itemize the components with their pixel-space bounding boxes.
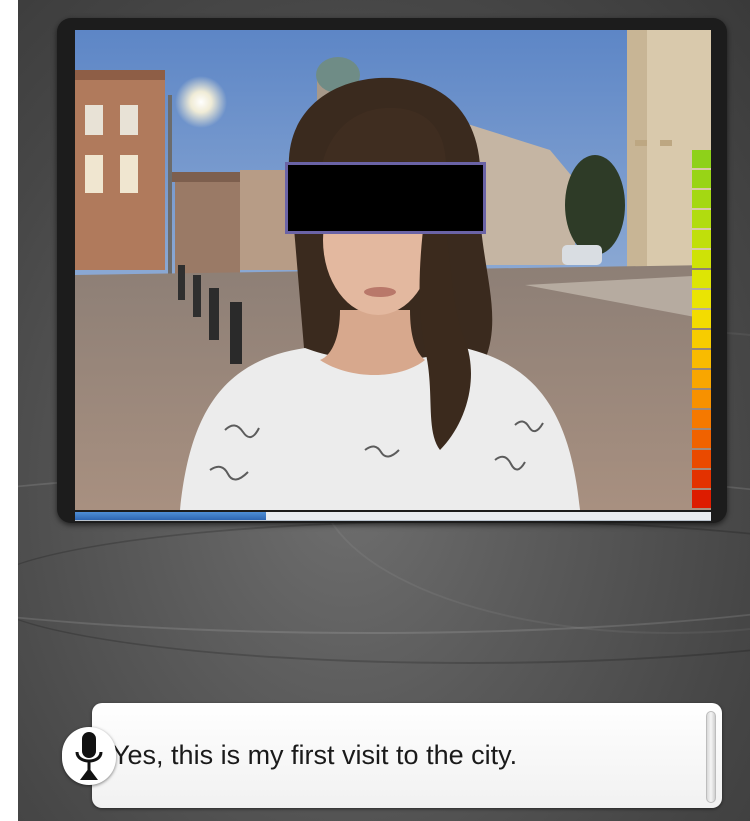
- microphone-icon: [75, 732, 103, 780]
- level-meter-segment: [692, 350, 711, 368]
- level-meter-segment: [692, 430, 711, 448]
- playback-progress-fill: [75, 512, 266, 520]
- video-player[interactable]: [75, 30, 711, 510]
- level-meter-segment: [692, 210, 711, 228]
- caption-scrollbar[interactable]: [706, 711, 716, 803]
- level-meter-segment: [692, 230, 711, 248]
- level-meter-segment: [692, 490, 711, 508]
- audio-level-meter: [692, 150, 711, 508]
- level-meter-segment: [692, 170, 711, 188]
- playback-progress-bar[interactable]: [75, 512, 711, 521]
- level-meter-segment: [692, 390, 711, 408]
- microphone-button[interactable]: [62, 727, 116, 785]
- level-meter-segment: [692, 250, 711, 268]
- level-meter-segment: [692, 450, 711, 468]
- level-meter-segment: [692, 310, 711, 328]
- level-meter-segment: [692, 290, 711, 308]
- level-meter-segment: [692, 190, 711, 208]
- face-redaction-box: [285, 162, 486, 234]
- caption-text: Yes, this is my first visit to the city.: [112, 740, 518, 770]
- level-meter-segment: [692, 470, 711, 488]
- level-meter-segment: [692, 370, 711, 388]
- level-meter-segment: [692, 150, 711, 168]
- video-frame: [75, 30, 711, 510]
- level-meter-segment: [692, 330, 711, 348]
- level-meter-segment: [692, 270, 711, 288]
- level-meter-segment: [692, 410, 711, 428]
